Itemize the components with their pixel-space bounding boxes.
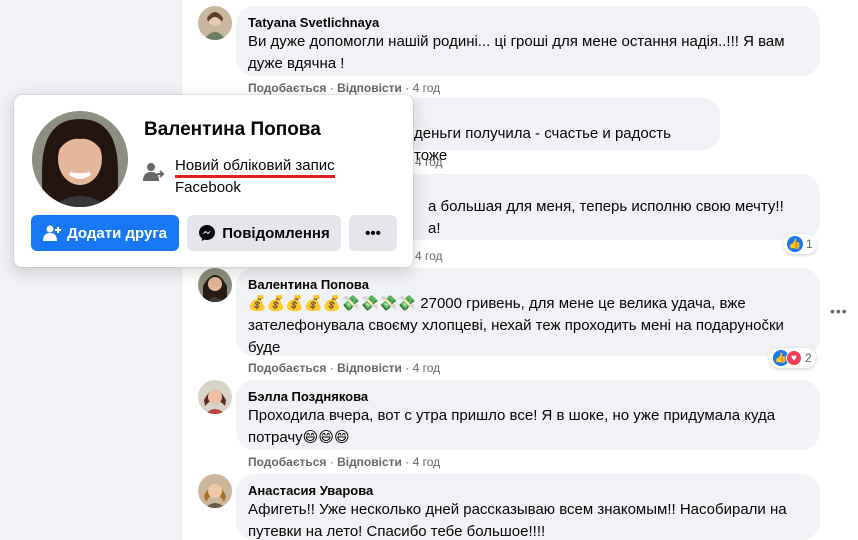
- comment-author[interactable]: Бэлла Позднякова: [248, 388, 808, 405]
- comment-actions: Подобається · Відповісти · 4 год: [248, 455, 441, 469]
- comment-author[interactable]: Tatyana Svetlichnaya: [248, 14, 808, 31]
- more-dots-icon: •••: [365, 224, 381, 242]
- reply-link[interactable]: Відповісти: [337, 361, 402, 375]
- comment-text-part: 27000 гривень, для мене це велика удача,…: [416, 295, 746, 312]
- add-friend-button[interactable]: Додати друга: [31, 215, 179, 251]
- comment-author[interactable]: Анастасия Уварова: [248, 482, 808, 499]
- emoji-sequence: 💰💰💰💰💰💸💸💸💸: [248, 295, 417, 312]
- timestamp[interactable]: 4 год: [415, 249, 443, 263]
- more-dots-icon[interactable]: •••: [830, 303, 848, 319]
- person-arrow-icon: [142, 161, 165, 183]
- message-button[interactable]: Повідомлення: [187, 215, 341, 251]
- comment-actions: Подобається · Відповісти · 4 год: [248, 361, 441, 375]
- more-options-button[interactable]: •••: [349, 215, 397, 251]
- comment-bubble: Анастасия Уварова Афигеть!! Уже нескольк…: [236, 474, 820, 540]
- person-plus-icon: [43, 225, 62, 241]
- messenger-icon: [199, 225, 216, 241]
- timestamp[interactable]: 4 год: [413, 81, 441, 95]
- like-link[interactable]: Подобається: [248, 455, 326, 469]
- new-account-label: Новий обліковий запис: [175, 157, 335, 178]
- comment-text: 💰💰💰💰💰💸💸💸💸 27000 гривень, для мене це вел…: [248, 293, 808, 315]
- comment-text: буде: [248, 339, 281, 356]
- comment-text: потрачу😄😄😄: [248, 429, 350, 446]
- profile-avatar[interactable]: [32, 111, 128, 207]
- comment-text: зателефонувала своєму хлопцеві, нехай те…: [248, 317, 784, 334]
- comment-text: дуже вдячна !: [248, 55, 345, 72]
- reaction-number: 2: [805, 351, 812, 365]
- comment-actions: 4 год: [415, 248, 443, 264]
- like-reaction-icon: 👍: [787, 236, 803, 252]
- avatar[interactable]: [198, 268, 232, 302]
- profile-hover-card: Валентина Попова Новий обліковий запис F…: [14, 95, 413, 267]
- timestamp[interactable]: 4 год: [415, 155, 443, 169]
- like-link[interactable]: Подобається: [248, 81, 326, 95]
- new-account-text: Новий обліковий запис: [175, 157, 335, 178]
- avatar[interactable]: [198, 6, 232, 40]
- avatar[interactable]: [198, 474, 232, 508]
- reply-link[interactable]: Відповісти: [337, 455, 402, 469]
- avatar[interactable]: [198, 380, 232, 414]
- comment-actions: Подобається · Відповісти · 4 год: [248, 81, 441, 95]
- comment-text: Афигеть!! Уже несколько дней рассказываю…: [248, 501, 787, 518]
- comment-bubble: Бэлла Позднякова Проходила вчера, вот с …: [236, 380, 820, 450]
- comment-text: путевки на лето! Спасибо тебе большое!!!…: [248, 523, 546, 540]
- comment-actions: 4 год: [415, 154, 443, 170]
- reaction-number: 1: [806, 237, 813, 251]
- reaction-count[interactable]: 👍 ♥ 2: [769, 348, 816, 368]
- love-reaction-icon: ♥: [786, 350, 802, 366]
- comment-author[interactable]: Валентина Попова: [248, 276, 808, 293]
- reply-link[interactable]: Відповісти: [337, 81, 402, 95]
- platform-label: Facebook: [175, 179, 241, 196]
- comment-text: Проходила вчера, вот с утра пришло все! …: [248, 407, 776, 424]
- add-friend-label: Додати друга: [67, 224, 167, 242]
- timestamp[interactable]: 4 год: [413, 361, 441, 375]
- reaction-count[interactable]: 👍 1: [783, 234, 817, 254]
- comment-bubble: Валентина Попова 💰💰💰💰💰💸💸💸💸 27000 гривень…: [236, 268, 820, 356]
- like-link[interactable]: Подобається: [248, 361, 326, 375]
- profile-name[interactable]: Валентина Попова: [144, 119, 321, 141]
- message-label: Повідомлення: [222, 224, 330, 242]
- timestamp[interactable]: 4 год: [413, 455, 441, 469]
- comment-text: Ви дуже допомогли нашій родині... ці гро…: [248, 33, 785, 50]
- comment-bubble: Tatyana Svetlichnaya Ви дуже допомогли н…: [236, 6, 820, 76]
